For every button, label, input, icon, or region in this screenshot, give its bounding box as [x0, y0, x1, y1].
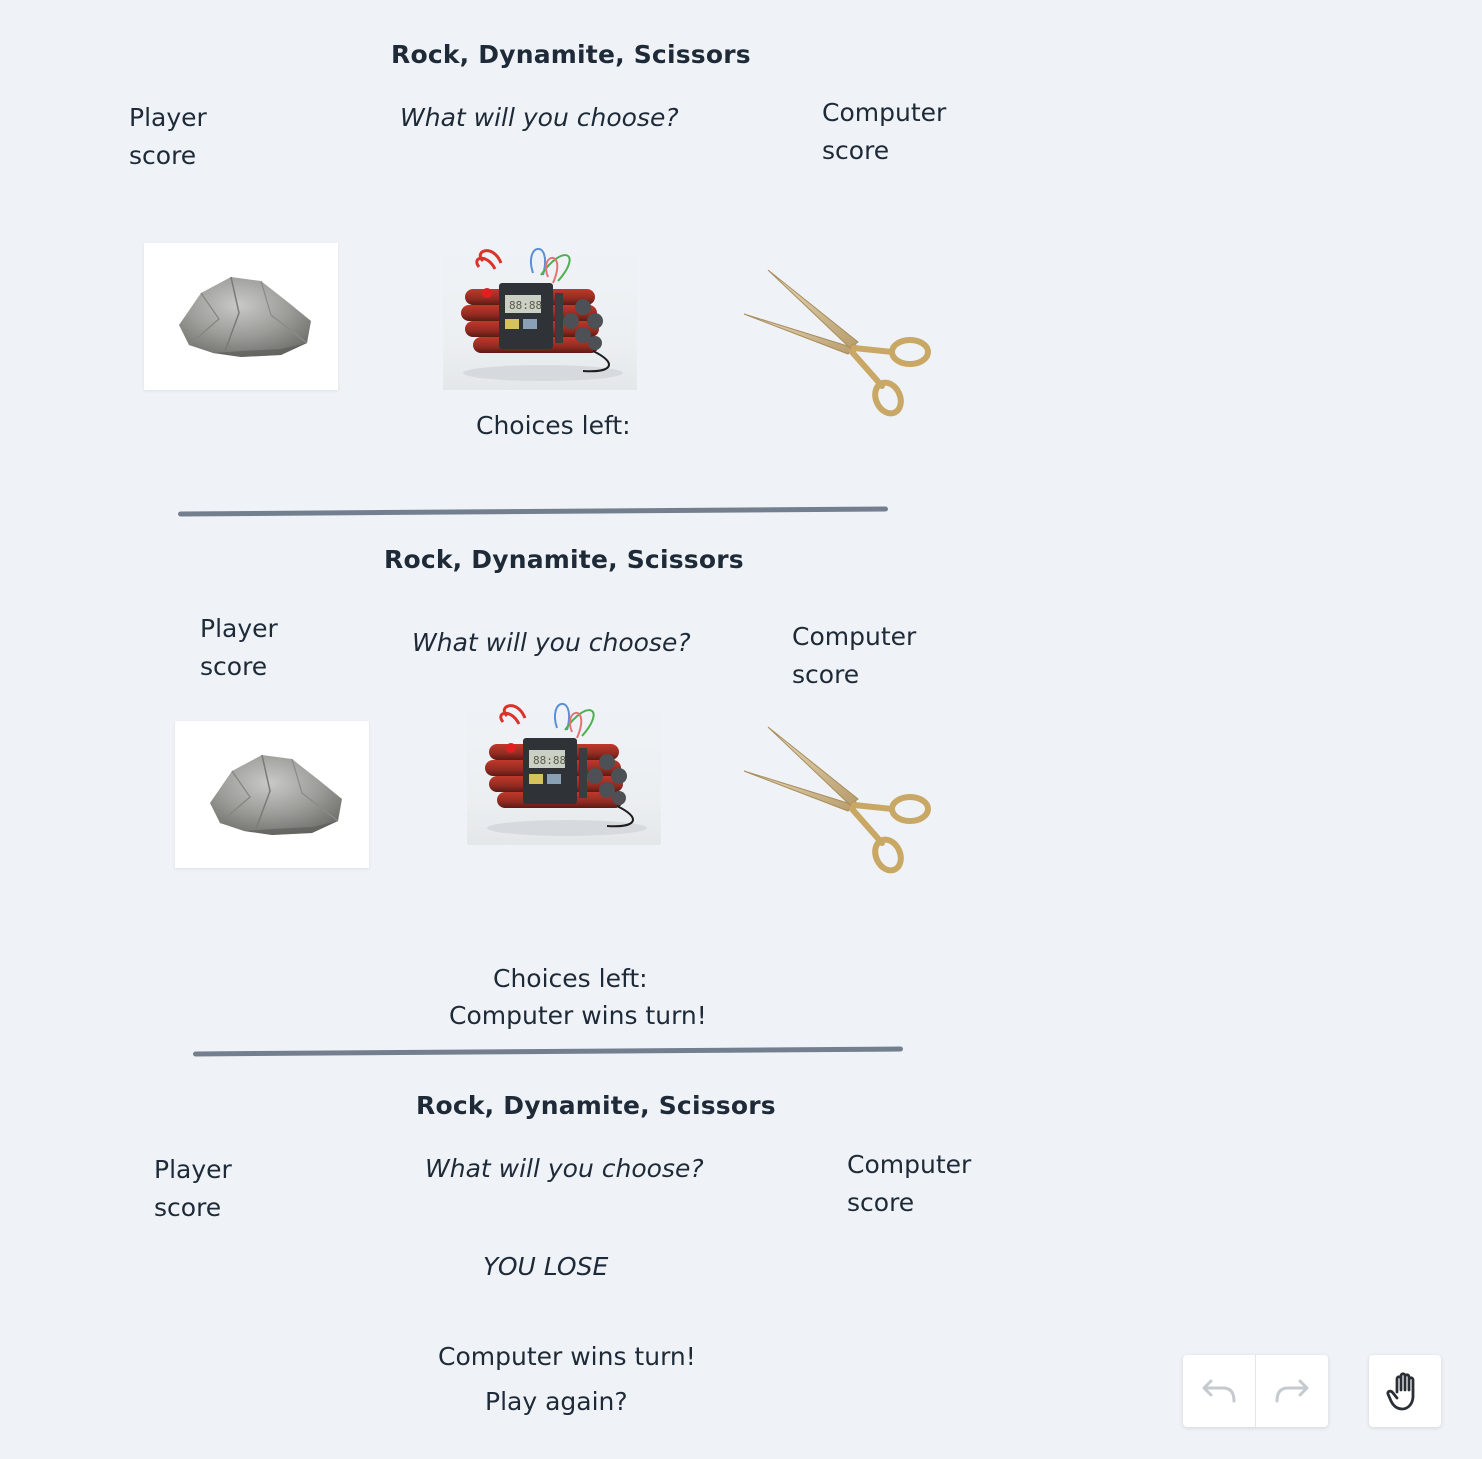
dynamite-choice-button[interactable]: [467, 698, 661, 845]
choose-prompt: What will you choose?: [425, 1154, 704, 1183]
turn-result: Computer wins turn!: [449, 1001, 707, 1030]
dynamite-icon: [443, 243, 637, 390]
scissors-choice-button[interactable]: [742, 725, 936, 872]
hand-icon: [1386, 1372, 1415, 1411]
pan-toolbar: [1369, 1355, 1441, 1427]
dynamite-choice-button[interactable]: [443, 243, 637, 390]
rock-choice-button[interactable]: [175, 721, 369, 868]
computer-score-label: Computer score: [792, 622, 917, 689]
player-score-label: Player score: [129, 103, 207, 170]
rock-icon: [161, 263, 321, 363]
scissors-icon: [742, 268, 942, 418]
choose-prompt: What will you choose?: [400, 103, 679, 132]
choices-left-label: Choices left:: [476, 411, 631, 440]
divider: [192, 1046, 904, 1057]
page: Rock, Dynamite, Scissors Player score Wh…: [0, 0, 1482, 1459]
choices-left-label: Choices left:: [493, 964, 648, 993]
game-title: Rock, Dynamite, Scissors: [416, 1091, 776, 1120]
redo-button[interactable]: [1256, 1355, 1328, 1427]
scissors-choice-button[interactable]: [742, 268, 936, 415]
player-score-label: Player score: [200, 614, 278, 681]
rock-icon: [192, 741, 352, 841]
undo-icon: [1202, 1379, 1236, 1403]
computer-score-label: Computer score: [847, 1150, 972, 1217]
undo-button[interactable]: [1183, 1355, 1255, 1427]
player-score-label: Player score: [154, 1155, 232, 1222]
divider: [177, 506, 889, 517]
turn-result: Computer wins turn!: [438, 1342, 696, 1371]
rock-choice-button[interactable]: [144, 243, 338, 390]
hand-tool-button[interactable]: [1369, 1355, 1441, 1427]
history-toolbar: [1183, 1355, 1328, 1427]
game-title: Rock, Dynamite, Scissors: [384, 545, 744, 574]
game-title: Rock, Dynamite, Scissors: [391, 40, 751, 69]
scissors-icon: [742, 725, 942, 875]
play-again-link[interactable]: Play again?: [485, 1387, 628, 1416]
choose-prompt: What will you choose?: [412, 628, 691, 657]
game-result: YOU LOSE: [483, 1252, 609, 1281]
redo-icon: [1275, 1379, 1309, 1403]
dynamite-icon: [467, 698, 661, 845]
computer-score-label: Computer score: [822, 98, 947, 165]
